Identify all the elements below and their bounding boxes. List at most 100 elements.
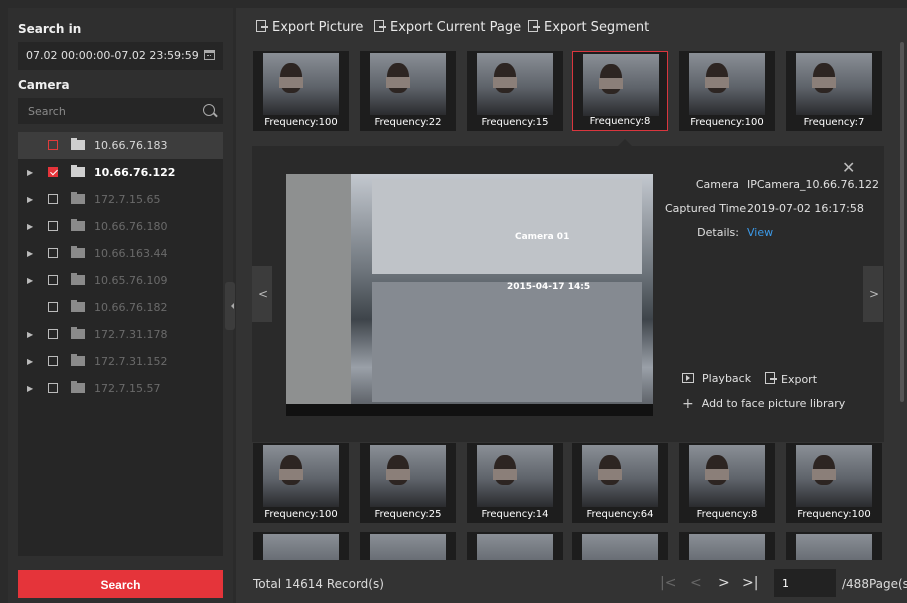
checkbox[interactable] xyxy=(48,140,58,150)
time-info-row: Captured Time2019-07-02 16:17:58 xyxy=(665,202,864,215)
camera-value: IPCamera_10.66.76.122 xyxy=(747,178,880,191)
page-number-input[interactable] xyxy=(774,569,836,597)
expand-arrow-icon[interactable]: ▶ xyxy=(27,321,33,348)
collapse-panel-handle[interactable] xyxy=(225,282,235,330)
face-thumbnail[interactable]: Frequency:100 xyxy=(786,443,882,523)
search-button[interactable]: Search xyxy=(18,570,223,598)
face-thumbnail-partial[interactable] xyxy=(467,532,563,560)
image-bottom-bar xyxy=(286,404,653,416)
privacy-mask xyxy=(493,77,517,88)
tree-node[interactable]: ▶ 172.7.31.178 xyxy=(18,321,223,348)
expand-arrow-icon[interactable]: ▶ xyxy=(27,186,33,213)
privacy-mask xyxy=(279,77,303,88)
tree-node[interactable]: 10.66.76.183 xyxy=(18,132,223,159)
left-panel: Search in 07.02 00:00:00-07.02 23:59:59 … xyxy=(8,8,233,603)
next-image-button[interactable]: > xyxy=(863,266,883,322)
frequency-label: Frequency:25 xyxy=(374,509,442,520)
export-button[interactable]: Export xyxy=(765,372,817,386)
add-to-library-button[interactable]: + Add to face picture library xyxy=(682,396,845,412)
tree-node-label: 10.66.76.122 xyxy=(94,166,176,179)
tree-node-label: 172.7.15.57 xyxy=(94,382,161,395)
folder-icon xyxy=(71,192,85,204)
close-icon[interactable]: ✕ xyxy=(842,158,855,177)
expand-arrow-icon[interactable]: ▶ xyxy=(27,348,33,375)
face-thumbnail-selected[interactable]: Frequency:8 xyxy=(572,51,668,131)
captured-image[interactable]: Camera 01 2015-04-17 14:5 xyxy=(286,174,653,416)
face-thumbnail[interactable]: Frequency:8 xyxy=(679,443,775,523)
first-page-icon[interactable]: |< xyxy=(660,575,676,591)
chevron-right-icon: > xyxy=(869,287,880,301)
last-page-icon[interactable]: >| xyxy=(742,575,758,591)
playback-label: Playback xyxy=(702,372,752,385)
tree-node[interactable]: ▶ 10.66.76.122 xyxy=(18,159,223,186)
export-picture-button[interactable]: Export Picture xyxy=(256,20,363,35)
privacy-mask xyxy=(279,469,303,480)
tree-node[interactable]: 10.66.76.182 xyxy=(18,294,223,321)
export-label: Export xyxy=(781,373,818,386)
calendar-icon[interactable] xyxy=(204,50,215,60)
folder-icon xyxy=(71,273,85,285)
captured-time-key: Captured Time xyxy=(665,202,747,215)
playback-button[interactable]: Playback xyxy=(682,372,751,385)
expand-arrow-icon[interactable]: ▶ xyxy=(27,213,33,240)
checkbox[interactable] xyxy=(48,302,58,312)
tree-node[interactable]: ▶ 172.7.15.57 xyxy=(18,375,223,402)
checkbox[interactable] xyxy=(48,194,58,204)
results-scrollbar[interactable] xyxy=(900,42,904,402)
captured-time-value: 2019-07-02 16:17:58 xyxy=(747,202,864,215)
checkbox[interactable] xyxy=(48,356,58,366)
checkbox[interactable] xyxy=(48,383,58,393)
face-thumbnail-partial[interactable] xyxy=(679,532,775,560)
face-thumbnail[interactable]: Frequency:100 xyxy=(253,443,349,523)
face-thumbnail[interactable]: Frequency:14 xyxy=(467,443,563,523)
view-link[interactable]: View xyxy=(747,226,773,239)
tree-node[interactable]: ▶ 172.7.31.152 xyxy=(18,348,223,375)
export-segment-button[interactable]: Export Segment xyxy=(528,20,649,35)
tree-node[interactable]: ▶ 10.66.76.180 xyxy=(18,213,223,240)
face-thumbnail[interactable]: Frequency:64 xyxy=(572,443,668,523)
date-range-field[interactable]: 07.02 00:00:00-07.02 23:59:59 xyxy=(18,42,223,70)
expand-arrow-icon[interactable]: ▶ xyxy=(27,375,33,402)
face-thumbnail[interactable]: Frequency:100 xyxy=(253,51,349,131)
thumbnail-image xyxy=(689,534,765,560)
overlay-time-text: 2015-04-17 14:5 xyxy=(507,282,591,292)
checkbox[interactable] xyxy=(48,275,58,285)
export-icon xyxy=(528,20,540,32)
face-thumbnail-partial[interactable] xyxy=(572,532,668,560)
tree-node[interactable]: ▶ 172.7.15.65 xyxy=(18,186,223,213)
tree-node-label: 10.66.76.182 xyxy=(94,301,168,314)
face-thumbnail-partial[interactable] xyxy=(253,532,349,560)
search-icon[interactable] xyxy=(203,104,215,116)
search-in-label: Search in xyxy=(18,22,82,36)
privacy-mask xyxy=(386,469,410,480)
tree-node[interactable]: ▶ 10.66.163.44 xyxy=(18,240,223,267)
checkbox[interactable] xyxy=(48,221,58,231)
detail-panel: < Camera 01 2015-04-17 14:5 > ✕ Camera IP… xyxy=(252,146,884,442)
frequency-label: Frequency:15 xyxy=(481,117,549,128)
face-thumbnail[interactable]: Frequency:100 xyxy=(679,51,775,131)
checkbox[interactable] xyxy=(48,248,58,258)
camera-search-input[interactable] xyxy=(18,98,188,124)
frequency-label: Frequency:64 xyxy=(586,509,654,520)
thumbnail-image xyxy=(582,534,658,560)
prev-image-button[interactable]: < xyxy=(252,266,272,322)
checkbox[interactable] xyxy=(48,167,58,177)
face-thumbnail[interactable]: Frequency:25 xyxy=(360,443,456,523)
tree-node[interactable]: ▶ 10.65.76.109 xyxy=(18,267,223,294)
frequency-label: Frequency:7 xyxy=(803,117,865,128)
expand-arrow-icon[interactable]: ▶ xyxy=(27,159,33,186)
prev-page-icon[interactable]: < xyxy=(690,575,702,591)
face-thumbnail-partial[interactable] xyxy=(786,532,882,560)
privacy-mask xyxy=(705,469,729,480)
next-page-icon[interactable]: > xyxy=(718,575,730,591)
face-thumbnail[interactable]: Frequency:22 xyxy=(360,51,456,131)
face-thumbnail[interactable]: Frequency:7 xyxy=(786,51,882,131)
expand-arrow-icon[interactable]: ▶ xyxy=(27,267,33,294)
checkbox[interactable] xyxy=(48,329,58,339)
folder-icon xyxy=(71,327,85,339)
face-thumbnail[interactable]: Frequency:15 xyxy=(467,51,563,131)
export-current-page-button[interactable]: Export Current Page xyxy=(374,20,521,35)
export-icon xyxy=(374,20,386,32)
expand-arrow-icon[interactable]: ▶ xyxy=(27,240,33,267)
face-thumbnail-partial[interactable] xyxy=(360,532,456,560)
